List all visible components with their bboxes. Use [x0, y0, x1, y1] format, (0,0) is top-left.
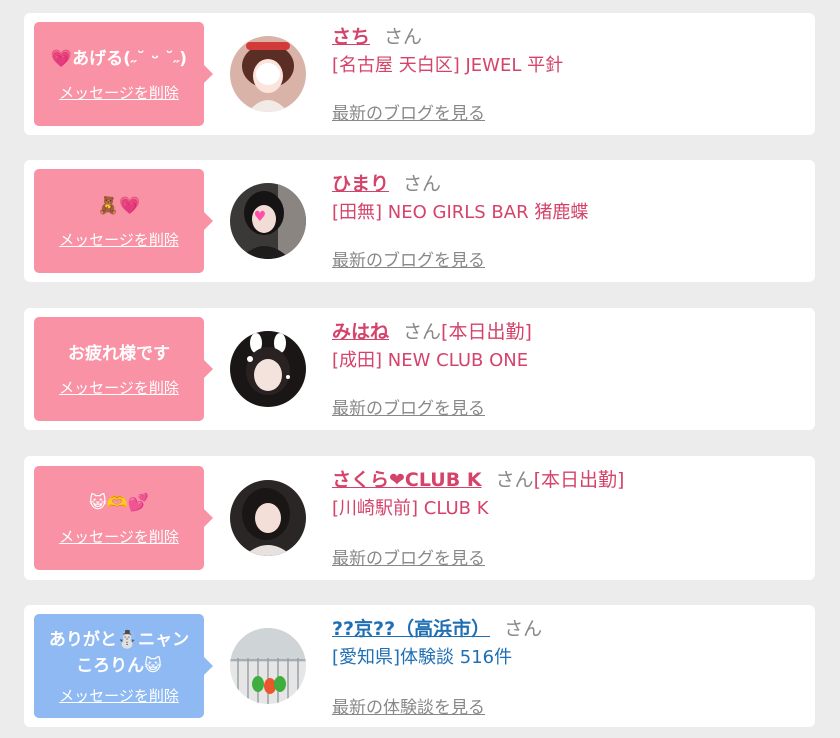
avatar[interactable]: [230, 480, 306, 556]
message-card: 😺🫶💕 メッセージを削除 さくら❤CLUB K さん[本日出勤] [川崎駅前] C…: [24, 456, 815, 580]
avatar-image: [230, 628, 306, 704]
latest-blog-link[interactable]: 最新のブログを見る: [332, 394, 485, 419]
girl-info: みはね さん[本日出勤] [成田] NEW CLUB ONE: [332, 318, 805, 374]
avatar-image: [230, 36, 306, 112]
shop-name: [成田] NEW CLUB ONE: [332, 350, 529, 371]
avatar[interactable]: [230, 628, 306, 704]
name-line: ひまり さん: [332, 170, 805, 198]
shop-name: [田無] NEO GIRLS BAR 猪鹿蝶: [332, 202, 589, 223]
svg-text:♥: ♥: [254, 209, 267, 225]
message-bubble: 💗あげる(˶˘ ᵕ ˘˶) メッセージを削除: [34, 22, 213, 126]
message-bubble: 😺🫶💕 メッセージを削除: [34, 466, 213, 570]
girl-info: さち さん [名古屋 天白区] JEWEL 平針: [332, 23, 805, 79]
message-card: 🧸💗 メッセージを削除 ♥ ひまり さん [田無] NEO GIRLS BAR 猪…: [24, 160, 815, 282]
delete-message-link[interactable]: メッセージを削除: [59, 685, 179, 706]
delete-message-link[interactable]: メッセージを削除: [59, 377, 179, 398]
girl-name-link[interactable]: さち: [332, 26, 370, 48]
avatar-image: ♥: [230, 183, 306, 259]
review-count: [愛知県]体験談 516件: [332, 647, 513, 668]
message-text: お疲れ様です: [68, 343, 170, 364]
girl-info: さくら❤CLUB K さん[本日出勤] [川崎駅前] CLUB K: [332, 466, 805, 522]
honorific: さん: [403, 321, 442, 343]
latest-blog-link[interactable]: 最新のブログを見る: [332, 99, 485, 124]
honorific: さん: [403, 173, 442, 195]
delete-message-link[interactable]: メッセージを削除: [59, 526, 179, 547]
honorific: さん: [504, 618, 543, 640]
delete-message-link[interactable]: メッセージを削除: [59, 82, 179, 103]
attendance-tag: [本日出勤]: [441, 321, 532, 343]
latest-review-link[interactable]: 最新の体験談を見る: [332, 693, 485, 718]
message-text: 😺🫶💕: [88, 492, 150, 513]
honorific: さん: [495, 469, 534, 491]
latest-blog-link[interactable]: 最新のブログを見る: [332, 544, 485, 569]
message-text: 🧸💗: [97, 195, 141, 216]
girl-info: ひまり さん [田無] NEO GIRLS BAR 猪鹿蝶: [332, 170, 805, 226]
avatar[interactable]: ♥: [230, 183, 306, 259]
latest-blog-link[interactable]: 最新のブログを見る: [332, 246, 485, 271]
reviewer-name-link[interactable]: ??京??（高浜市）: [332, 618, 490, 640]
avatar-image: [230, 480, 306, 556]
girl-name-link[interactable]: みはね: [332, 321, 389, 343]
shop-name: [川崎駅前] CLUB K: [332, 498, 489, 519]
attendance-tag: [本日出勤]: [533, 469, 625, 491]
honorific: さん: [384, 26, 423, 48]
avatar[interactable]: [230, 36, 306, 112]
name-line: さち さん: [332, 23, 805, 51]
name-line: さくら❤CLUB K さん[本日出勤]: [332, 466, 805, 494]
message-text: 💗あげる(˶˘ ᵕ ˘˶): [50, 48, 188, 69]
message-bubble: ありがと☃️ニャン ころりん😺 メッセージを削除: [34, 614, 213, 718]
message-bubble: お疲れ様です メッセージを削除: [34, 317, 213, 421]
message-bubble: 🧸💗 メッセージを削除: [34, 169, 213, 273]
message-card: お疲れ様です メッセージを削除 みはね さん[本日出勤] [成田] NEW CLU…: [24, 308, 815, 430]
message-list: 💗あげる(˶˘ ᵕ ˘˶) メッセージを削除 さち さん [名古屋 天白区] JE…: [0, 0, 840, 738]
shop-name: [名古屋 天白区] JEWEL 平針: [332, 55, 564, 76]
girl-info: ??京??（高浜市） さん [愛知県]体験談 516件: [332, 615, 805, 671]
message-text: ありがと☃️ニャン ころりん😺: [48, 629, 190, 676]
name-line: ??京??（高浜市） さん: [332, 615, 805, 643]
name-line: みはね さん[本日出勤]: [332, 318, 805, 346]
message-card: ありがと☃️ニャン ころりん😺 メッセージを削除 ??京??（高浜市） さん […: [24, 605, 815, 727]
avatar-image: [230, 331, 306, 407]
girl-name-link[interactable]: ひまり: [332, 173, 389, 195]
delete-message-link[interactable]: メッセージを削除: [59, 229, 179, 250]
message-card: 💗あげる(˶˘ ᵕ ˘˶) メッセージを削除 さち さん [名古屋 天白区] JE…: [24, 13, 815, 135]
avatar[interactable]: [230, 331, 306, 407]
girl-name-link[interactable]: さくら❤CLUB K: [332, 469, 482, 491]
